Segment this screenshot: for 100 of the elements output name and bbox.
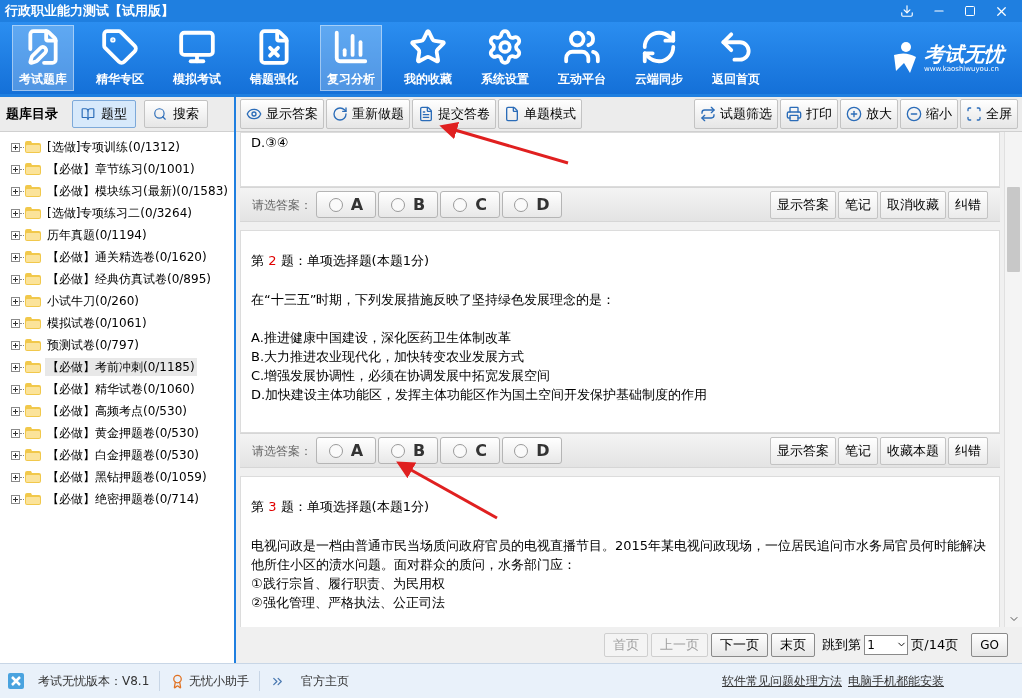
expand-icon[interactable] xyxy=(11,208,20,218)
expand-icon[interactable] xyxy=(11,472,20,482)
toolbar-tab[interactable]: 云端同步 xyxy=(628,25,690,91)
tree-item[interactable]: 【必做】经典仿真试卷(0/895) xyxy=(45,270,213,288)
tree-item[interactable]: 【必做】高频考点(0/530) xyxy=(45,402,189,420)
option-radio[interactable]: A xyxy=(316,191,376,218)
expand-icon[interactable] xyxy=(11,450,20,460)
toolbar-button[interactable]: 试题筛选 xyxy=(694,99,778,129)
tree-item[interactable]: 历年真题(0/1194) xyxy=(45,226,149,244)
folder-icon xyxy=(25,493,41,505)
option-radio[interactable]: B xyxy=(378,437,438,464)
tree-item[interactable]: 预测试卷(0/797) xyxy=(45,336,141,354)
expand-icon[interactable] xyxy=(11,340,20,350)
folder-icon xyxy=(25,295,41,307)
option-radio[interactable]: C xyxy=(440,191,500,218)
expand-icon[interactable] xyxy=(11,186,20,196)
expand-icon[interactable] xyxy=(11,252,20,262)
expand-icon[interactable] xyxy=(11,362,20,372)
option-radio[interactable]: B xyxy=(378,191,438,218)
help-link[interactable]: 电脑手机都能安装 xyxy=(848,672,944,690)
folder-icon xyxy=(25,471,41,483)
answer-action-button[interactable]: 显示答案 xyxy=(770,190,836,219)
users-icon xyxy=(563,28,601,66)
option-radio[interactable]: C xyxy=(440,437,500,464)
tree-item[interactable]: 模拟试卷(0/1061) xyxy=(45,314,149,332)
toolbar-button[interactable]: 放大 xyxy=(840,99,898,129)
tree-item[interactable]: 【必做】精华试卷(0/1060) xyxy=(45,380,197,398)
tree-item[interactable]: 【必做】黑钻押题卷(0/1059) xyxy=(45,468,209,486)
answer-action-button[interactable]: 纠错 xyxy=(948,436,988,465)
expand-icon[interactable] xyxy=(11,296,20,306)
toolbar-button[interactable]: 单题模式 xyxy=(498,99,582,129)
option-radio[interactable]: D xyxy=(502,191,562,218)
answer-action-button[interactable]: 收藏本题 xyxy=(880,436,946,465)
expand-icon[interactable] xyxy=(11,274,20,284)
toolbar-tab[interactable]: 错题强化 xyxy=(243,25,305,91)
fullscreen-icon xyxy=(966,106,982,122)
star-icon xyxy=(409,28,447,66)
go-button[interactable]: GO xyxy=(971,632,1008,657)
tree-item[interactable]: 【必做】白金押题卷(0/530) xyxy=(45,446,201,464)
tree-item[interactable]: [选做]专项练习二(0/3264) xyxy=(45,204,194,222)
book-icon xyxy=(81,107,95,121)
answer-action-button[interactable]: 取消收藏 xyxy=(880,190,946,219)
expand-icon[interactable] xyxy=(11,494,20,504)
tree-item[interactable]: 【必做】模块练习(最新)(0/1583) xyxy=(45,182,230,200)
homepage-link[interactable]: 官方主页 xyxy=(301,672,350,690)
expand-icon[interactable] xyxy=(11,406,20,416)
option-radio[interactable]: A xyxy=(316,437,376,464)
toolbar-button[interactable]: 重新做题 xyxy=(326,99,410,129)
tree-item[interactable]: [选做]专项训练(0/1312) xyxy=(45,138,182,156)
question-heading: 第 2 题：单项选择题(本题1分) xyxy=(251,252,430,270)
scrollbar-thumb[interactable] xyxy=(1007,187,1020,272)
toolbar-tab[interactable]: 互动平台 xyxy=(551,25,613,91)
toolbar-tab[interactable]: 模拟考试 xyxy=(166,25,228,91)
toolbar-button[interactable]: 缩小 xyxy=(900,99,958,129)
tree-item[interactable]: 【必做】考前冲刺(0/1185) xyxy=(45,358,197,376)
folder-icon xyxy=(25,317,41,329)
expand-icon[interactable] xyxy=(11,142,20,152)
toolbar-tab[interactable]: 返回首页 xyxy=(705,25,767,91)
maximize-icon[interactable] xyxy=(964,5,976,17)
toolbar-tab[interactable]: 系统设置 xyxy=(474,25,536,91)
toolbar-button[interactable]: 全屏 xyxy=(960,99,1018,129)
sidebar-tab[interactable]: 搜索 xyxy=(144,100,208,128)
tree-item[interactable]: 【必做】章节练习(0/1001) xyxy=(45,160,197,178)
sidebar-tab[interactable]: 题型 xyxy=(72,100,136,128)
toolbar-button[interactable]: 显示答案 xyxy=(240,99,324,129)
page-button[interactable]: 末页 xyxy=(771,632,816,657)
answer-action-button[interactable]: 笔记 xyxy=(838,436,878,465)
help-link[interactable]: 软件常见问题处理方法 xyxy=(722,672,842,690)
statement-text: ②强化管理、严格执法、公正司法 xyxy=(251,594,446,612)
tree-item[interactable]: 【必做】黄金押题卷(0/530) xyxy=(45,424,201,442)
scrollbar[interactable] xyxy=(1004,132,1022,627)
tree-item[interactable]: 【必做】通关精选卷(0/1620) xyxy=(45,248,209,266)
expand-icon[interactable] xyxy=(11,384,20,394)
answer-action-button[interactable]: 显示答案 xyxy=(770,436,836,465)
expand-icon[interactable] xyxy=(11,230,20,240)
assistant-link[interactable]: 无忧小助手 xyxy=(189,672,250,690)
sidebar-title: 题库目录 xyxy=(6,105,58,124)
expand-icon[interactable] xyxy=(11,318,20,328)
option-text: D.加快建设主体功能区，发挥主体功能区作为国土空间开发保护基础制度的作用 xyxy=(251,386,709,404)
zoom-out-icon xyxy=(906,106,922,122)
page-button[interactable]: 下一页 xyxy=(711,632,769,657)
tree-item[interactable]: 【必做】绝密押题卷(0/714) xyxy=(45,490,201,508)
toolbar-tab[interactable]: 精华专区 xyxy=(89,25,151,91)
question-stem: 在“十三五”时期，下列发展措施反映了坚持绿色发展理念的是： xyxy=(251,291,617,309)
answer-action-button[interactable]: 纠错 xyxy=(948,190,988,219)
toolbar-button[interactable]: 提交答卷 xyxy=(412,99,496,129)
folder-icon xyxy=(25,339,41,351)
page-select[interactable]: 1 xyxy=(864,634,909,655)
expand-icon[interactable] xyxy=(11,164,20,174)
version-text: 考试无忧版本：V8.1 xyxy=(38,673,150,690)
download-icon[interactable] xyxy=(900,4,914,18)
option-radio[interactable]: D xyxy=(502,437,562,464)
bar-chart-icon xyxy=(332,28,370,66)
folder-icon xyxy=(25,229,41,241)
tree-item[interactable]: 小试牛刀(0/260) xyxy=(45,292,141,310)
toolbar-button[interactable]: 打印 xyxy=(780,99,838,129)
toolbar-tab[interactable]: 我的收藏 xyxy=(397,25,459,91)
answer-action-button[interactable]: 笔记 xyxy=(838,190,878,219)
window-title: 行政职业能力测试【试用版】 xyxy=(5,2,174,21)
expand-icon[interactable] xyxy=(11,428,20,438)
